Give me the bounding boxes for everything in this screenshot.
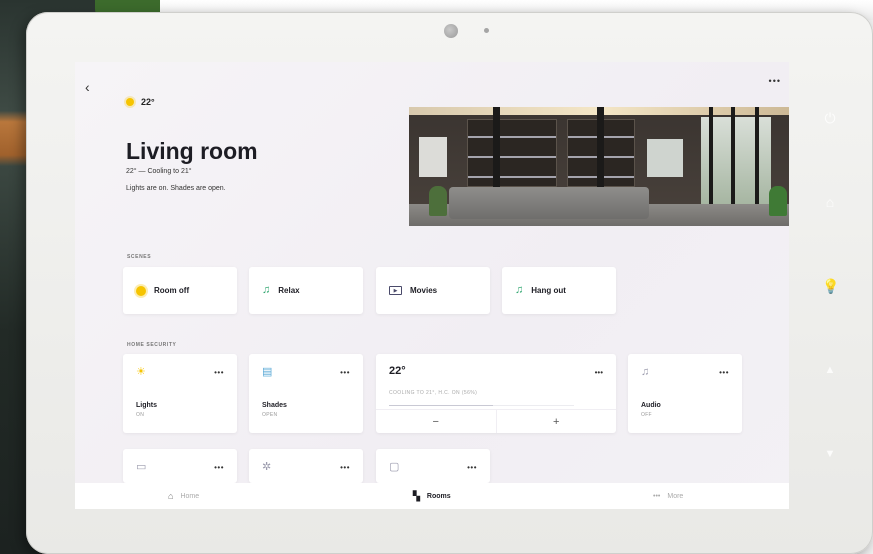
tile-fan[interactable]: ✲ ••• <box>249 449 363 483</box>
bottom-navigation: ⌂ Home ▚ Rooms ••• More <box>75 483 789 509</box>
nav-more-label: More <box>667 492 684 500</box>
lightbulb-icon: ☀ <box>136 366 146 378</box>
humidity-bar-fill <box>389 405 493 406</box>
scene-label: Relax <box>278 286 300 295</box>
humidity-bar <box>389 405 574 406</box>
photo-art <box>647 139 683 177</box>
scene-movies[interactable]: ▶ Movies <box>376 267 490 314</box>
scenes-section-label: SCENES <box>127 254 152 260</box>
nav-rooms[interactable]: ▚ Rooms <box>413 491 451 502</box>
home-icon: ⌂ <box>168 491 174 501</box>
photo-shelf <box>467 119 557 187</box>
room-climate-status: 22° — Cooling to 21° <box>126 168 192 175</box>
camera-lens <box>444 24 458 38</box>
power-icon[interactable]: ⏻ <box>822 110 838 126</box>
photo-art <box>419 137 447 177</box>
weather-temperature: 22° <box>141 97 155 107</box>
page-title: Living room <box>126 138 258 164</box>
more-options-icon[interactable]: ••• <box>719 368 729 377</box>
rooms-icon: ▚ <box>413 490 420 501</box>
weather-widget: 22° <box>126 97 155 107</box>
photo-shelf-light <box>468 136 556 138</box>
more-options-icon[interactable]: ••• <box>214 463 224 472</box>
photo-shelf-light <box>468 176 556 178</box>
decrease-temp-button[interactable]: − <box>376 410 496 433</box>
fan-icon: ✲ <box>262 461 272 473</box>
scene-room-off[interactable]: Room off <box>123 267 237 314</box>
more-options-icon[interactable]: ••• <box>340 463 350 472</box>
window-icon: ▢ <box>389 461 400 473</box>
tile-lights[interactable]: ☀ ••• Lights ON <box>123 354 237 433</box>
photo-plant <box>769 186 787 216</box>
music-icon: ♫ <box>515 284 524 296</box>
scene-hang-out[interactable]: ♫ Hang out <box>502 267 616 314</box>
thermostat-controls: − + <box>376 409 616 433</box>
scene-label: Hang out <box>531 286 566 295</box>
scene-label: Room off <box>154 286 190 295</box>
more-options-icon[interactable]: ••• <box>214 368 224 377</box>
tv-icon: ▭ <box>136 461 147 473</box>
photo-shelf-light <box>468 156 556 158</box>
home-hardware-icon[interactable]: ⌂ <box>822 194 838 210</box>
room-summary: Lights are on. Shades are open. <box>126 185 226 192</box>
more-options-icon[interactable]: ••• <box>340 368 350 377</box>
nav-rooms-label: Rooms <box>426 492 451 500</box>
increase-temp-button[interactable]: + <box>495 410 617 433</box>
down-arrow-icon[interactable]: ▼ <box>822 446 838 462</box>
tile-state: OPEN <box>262 412 278 418</box>
tile-tv[interactable]: ▭ ••• <box>123 449 237 483</box>
audio-icon: ♫ <box>641 366 650 378</box>
movie-icon: ▶ <box>389 286 402 295</box>
sun-icon <box>126 98 134 106</box>
more-dots-icon: ••• <box>653 492 661 500</box>
tile-state: ON <box>136 412 145 418</box>
tile-window[interactable]: ▢ ••• <box>376 449 490 483</box>
thermostat-temperature: 22° <box>389 365 406 377</box>
nav-home-label: Home <box>180 492 200 500</box>
sun-icon <box>136 285 146 296</box>
tile-name: Audio <box>641 402 661 409</box>
room-photo <box>409 107 789 226</box>
light-sensor <box>484 28 489 33</box>
more-options-icon[interactable]: ••• <box>595 368 603 377</box>
thermostat-description: COOLING TO 21°, H.C. ON (56%) <box>389 390 478 396</box>
tile-name: Shades <box>262 402 287 409</box>
more-menu-icon[interactable]: ••• <box>769 76 781 86</box>
shades-icon: ▤ <box>262 366 273 378</box>
photo-plant <box>429 186 447 216</box>
lightbulb-hardware-icon[interactable]: 💡 <box>822 278 839 294</box>
tile-shades[interactable]: ▤ ••• Shades OPEN <box>249 354 363 433</box>
security-section-label: HOME SECURITY <box>127 342 177 348</box>
tile-thermostat[interactable]: 22° ••• COOLING TO 21°, H.C. ON (56%) − … <box>376 354 616 433</box>
photo-sofa <box>449 187 649 219</box>
up-arrow-icon[interactable]: ▲ <box>822 362 838 378</box>
scene-relax[interactable]: ♫ Relax <box>249 267 363 314</box>
nav-more[interactable]: ••• More <box>653 493 683 500</box>
tile-audio[interactable]: ♫ ••• Audio OFF <box>628 354 742 433</box>
nav-home[interactable]: ⌂ Home <box>168 491 199 501</box>
music-icon: ♫ <box>262 284 271 296</box>
touch-screen: ‹ ••• 22° Living room 22° — Cooling to 2… <box>75 62 789 509</box>
back-icon[interactable]: ‹ <box>85 80 99 94</box>
tile-name: Lights <box>136 402 157 409</box>
scene-label: Movies <box>410 286 438 295</box>
tile-state: OFF <box>641 412 652 418</box>
more-options-icon[interactable]: ••• <box>467 463 477 472</box>
